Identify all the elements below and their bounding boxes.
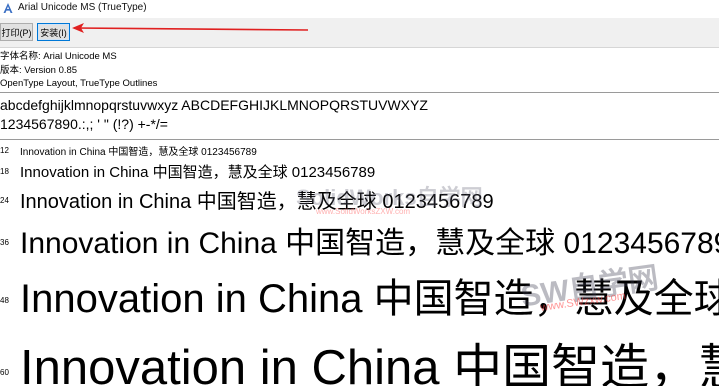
font-viewer-icon xyxy=(3,3,13,13)
font-name-line: 字体名称: Arial Unicode MS xyxy=(0,51,117,62)
sample-size-label: 24 xyxy=(0,196,9,205)
sample-text: Innovation in China 中国智造，慧及全球 0123456789 xyxy=(20,147,257,158)
title-bar: Arial Unicode MS (TrueType) xyxy=(0,0,719,18)
watermark-url: www.SolidWorksZXW.com xyxy=(316,207,411,216)
divider xyxy=(0,139,719,140)
charset-letters: abcdefghijklmnopqrstuvwxyz ABCDEFGHIJKLM… xyxy=(0,97,428,113)
sample-row-36: 36 Innovation in China 中国智造，慧及全球 0123456… xyxy=(0,216,719,262)
print-button[interactable]: 打印(P) xyxy=(0,23,33,41)
sample-row-60: 60 Innovation in China 中国智造，慧及全球 0123456… xyxy=(0,324,719,386)
sample-text: Innovation in China 中国智造，慧及全球 0123456789 xyxy=(20,341,719,386)
red-arrow-annotation xyxy=(72,23,309,33)
sample-text: Innovation in China 中国智造，慧及全球 0123456789 xyxy=(20,164,376,181)
sample-size-label: 48 xyxy=(0,296,9,305)
font-info: 字体名称: Arial Unicode MS 版本: Version 0.85 … xyxy=(0,50,157,91)
sample-size-label: 12 xyxy=(0,146,9,155)
character-set-preview: abcdefghijklmnopqrstuvwxyz ABCDEFGHIJKLM… xyxy=(0,96,428,134)
sample-text: Innovation in China 中国智造，慧及全球 0123456789 xyxy=(20,191,494,213)
window-title: Arial Unicode MS (TrueType) xyxy=(18,2,147,13)
install-button[interactable]: 安装(I) xyxy=(37,23,70,41)
sample-row-18: 18 Innovation in China 中国智造，慧及全球 0123456… xyxy=(0,158,719,182)
charset-digits: 1234567890.:,; ' " (!?) +-*/= xyxy=(0,116,168,132)
sample-size-label: 60 xyxy=(0,368,9,377)
sample-size-label: 18 xyxy=(0,167,9,176)
sample-size-label: 36 xyxy=(0,238,9,247)
divider xyxy=(0,92,719,93)
font-outline-line: OpenType Layout, TrueType Outlines xyxy=(0,78,158,89)
font-version-line: 版本: Version 0.85 xyxy=(0,64,78,76)
sample-row-12: 12 Innovation in China 中国智造，慧及全球 0123456… xyxy=(0,142,719,158)
sample-text: Innovation in China 中国智造，慧及全球 0123456789 xyxy=(20,227,719,260)
